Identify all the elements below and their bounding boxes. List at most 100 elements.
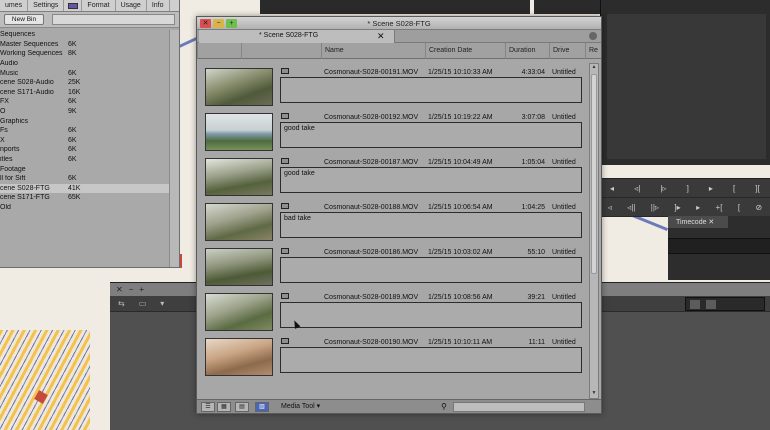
- bin-window-titlebar[interactable]: ✕ − + * Scene S028-FTG: [197, 17, 601, 30]
- tab-settings[interactable]: Settings: [28, 0, 65, 11]
- bin-list-item[interactable]: Graphics: [0, 116, 169, 126]
- next-frame-icon[interactable]: |▹: [660, 184, 666, 193]
- bin-list-item[interactable]: FX 6K: [0, 97, 169, 107]
- dropdown-arrow-icon[interactable]: ▾: [160, 299, 164, 308]
- bin-list-item[interactable]: cene S028-FTG 41K: [0, 183, 169, 194]
- column-creation-date[interactable]: Creation Date: [425, 43, 505, 59]
- minimize-icon[interactable]: −: [129, 285, 134, 294]
- clip-row[interactable]: Cosmonaut-S028-00188.MOV 1/25/15 10:06:54…: [197, 200, 587, 244]
- step-back-icon[interactable]: ◂: [610, 184, 614, 193]
- jog-back-icon[interactable]: ◃: [608, 203, 612, 212]
- column-drive[interactable]: Drive: [549, 43, 585, 59]
- prev-frame-icon[interactable]: ◃|: [634, 184, 640, 193]
- maximize-icon[interactable]: +: [139, 285, 144, 294]
- bin-list-item[interactable]: Working Sequences 8K: [0, 49, 169, 59]
- splice-icon[interactable]: ]▸: [674, 203, 680, 212]
- close-tab-icon[interactable]: ✕: [377, 31, 385, 42]
- go-to-in-icon[interactable]: ◃||: [627, 203, 635, 212]
- clip-row[interactable]: Cosmonaut-S028-00186.MOV 1/25/15 10:03:02…: [197, 245, 587, 289]
- bin-tab-bar: * Scene S028-FTG ✕: [197, 30, 601, 43]
- tab-format[interactable]: Format: [82, 0, 116, 11]
- bin-item-name: Old: [0, 203, 11, 211]
- bin-list-item[interactable]: Sequences: [0, 30, 169, 40]
- bin-item-name: Music: [0, 69, 19, 77]
- mark-in-icon[interactable]: [: [733, 184, 735, 193]
- close-icon[interactable]: ✕: [116, 285, 123, 294]
- bin-list-item[interactable]: Master Sequences 6K: [0, 40, 169, 50]
- bin-search-input[interactable]: [52, 14, 175, 25]
- clip-comment-field[interactable]: good take: [280, 167, 582, 193]
- clip-thumbnail[interactable]: [205, 248, 273, 286]
- mark-out-icon[interactable]: ]: [687, 184, 689, 193]
- clip-comment-field[interactable]: bad take: [280, 212, 582, 238]
- column-header-blank[interactable]: [197, 43, 241, 59]
- clip-row[interactable]: Cosmonaut-S028-00191.MOV 1/25/15 10:10:33…: [197, 65, 587, 109]
- clip-thumbnail[interactable]: [205, 68, 273, 106]
- bin-list-item[interactable]: cene S028-Audio 25K: [0, 78, 169, 88]
- clip-list-scrollbar[interactable]: ▲ ▼: [589, 63, 599, 399]
- extract-icon[interactable]: [: [738, 203, 740, 212]
- clip-row[interactable]: Cosmonaut-S028-00190.MOV 1/25/15 10:10:11…: [197, 335, 587, 379]
- frame-view-icon[interactable]: ▤: [235, 402, 249, 412]
- go-to-out-icon[interactable]: ||▹: [651, 203, 659, 212]
- tab-usage[interactable]: Usage: [116, 0, 147, 11]
- bin-view-select[interactable]: Media Tool ▾: [281, 402, 339, 412]
- bin-list-item[interactable]: Audio: [0, 59, 169, 69]
- bin-list-item[interactable]: itles 6K: [0, 155, 169, 165]
- bin-list-item[interactable]: ll for Sift 6K: [0, 174, 169, 184]
- column-re[interactable]: Re: [585, 43, 603, 59]
- bin-list-item[interactable]: nports 6K: [0, 145, 169, 155]
- search-icon[interactable]: ⚲: [441, 402, 447, 411]
- clip-comment-field[interactable]: [280, 77, 582, 103]
- clip-row[interactable]: Cosmonaut-S028-00187.MOV 1/25/15 10:04:49…: [197, 155, 587, 199]
- overwrite-icon[interactable]: ▸: [696, 203, 700, 212]
- clip-thumbnail[interactable]: [205, 113, 273, 151]
- clip-thumbnail[interactable]: [205, 293, 273, 331]
- column-duration[interactable]: Duration: [505, 43, 549, 59]
- column-header-blank[interactable]: [241, 43, 321, 59]
- bin-menu-icon[interactable]: [589, 32, 597, 40]
- grid-view-icon[interactable]: [706, 300, 716, 309]
- bin-list-item[interactable]: X 6K: [0, 136, 169, 146]
- bin-list-item[interactable]: Footage: [0, 164, 169, 174]
- column-name[interactable]: Name: [321, 43, 425, 59]
- horizontal-scrollbar[interactable]: [453, 402, 585, 412]
- monitor-toggle-icon[interactable]: ▭: [139, 299, 147, 308]
- bin-list-item[interactable]: Old: [0, 203, 169, 213]
- play-icon[interactable]: ▸: [709, 184, 713, 193]
- tab-scene-s028-ftg[interactable]: * Scene S028-FTG ✕: [199, 30, 395, 43]
- track-toggle-icon[interactable]: ⇆: [118, 299, 125, 308]
- bin-list-item[interactable]: Fs 6K: [0, 126, 169, 136]
- clear-marks-icon[interactable]: ][: [755, 184, 759, 193]
- bin-list-item[interactable]: Music 6K: [0, 68, 169, 78]
- clip-row[interactable]: Cosmonaut-S028-00189.MOV 1/25/15 10:08:56…: [197, 290, 587, 334]
- text-view-icon[interactable]: ▦: [217, 402, 231, 412]
- bin-list-scrollbar[interactable]: [169, 30, 179, 267]
- clip-row[interactable]: Cosmonaut-S028-00192.MOV 1/25/15 10:19:22…: [197, 110, 587, 154]
- clip-thumbnail[interactable]: [205, 203, 273, 241]
- clip-comment-field[interactable]: [280, 347, 582, 373]
- tab-info[interactable]: Info: [147, 0, 170, 11]
- clip-comment-field[interactable]: [280, 257, 582, 283]
- scroll-up-icon[interactable]: ▲: [590, 64, 598, 72]
- clip-thumbnail[interactable]: [205, 158, 273, 196]
- tab-volumes[interactable]: umes: [0, 0, 29, 11]
- tab-color[interactable]: [64, 0, 83, 11]
- new-bin-button[interactable]: New Bin: [4, 14, 44, 25]
- bin-list-item[interactable]: cene S171-FTG 65K: [0, 193, 169, 203]
- scrollbar-thumb[interactable]: [591, 74, 597, 274]
- bin-item-name: cene S028-FTG: [0, 184, 50, 192]
- bin-list-item[interactable]: cene S171-Audio 16K: [0, 88, 169, 98]
- clip-comment-field[interactable]: good take: [280, 122, 582, 148]
- lift-icon[interactable]: +[: [716, 203, 723, 212]
- stop-icon[interactable]: ⊘: [756, 203, 763, 212]
- tab-timecode[interactable]: Timecode ✕: [668, 216, 728, 228]
- brief-view-icon[interactable]: ☰: [201, 402, 215, 412]
- list-view-icon[interactable]: [690, 300, 700, 309]
- bin-list-item[interactable]: O 9K: [0, 107, 169, 117]
- bin-item-name: cene S171-Audio: [0, 88, 54, 96]
- clip-thumbnail[interactable]: [205, 338, 273, 376]
- script-view-icon[interactable]: ▥: [255, 402, 269, 412]
- clip-comment-field[interactable]: [280, 302, 582, 328]
- scroll-down-icon[interactable]: ▼: [590, 390, 598, 398]
